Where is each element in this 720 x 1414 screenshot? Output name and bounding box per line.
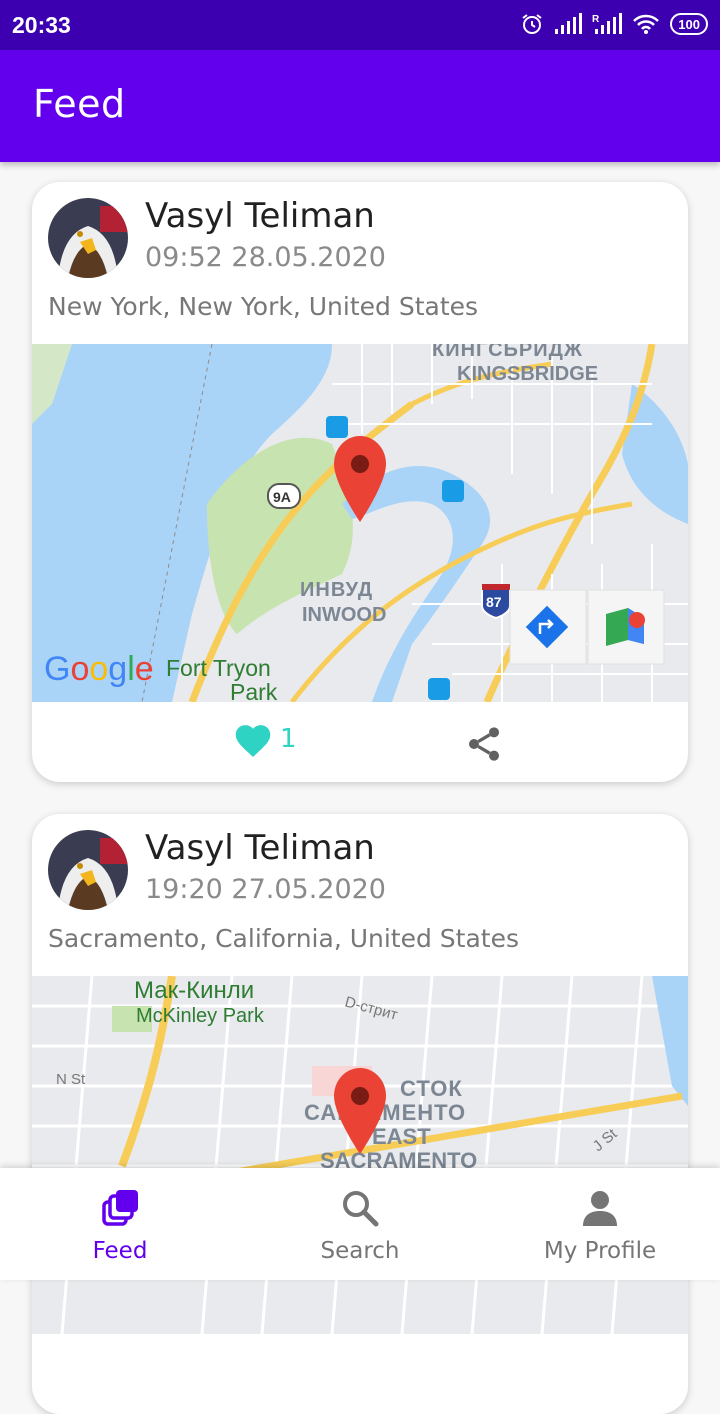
map-label: Fort Tryon [166, 655, 271, 681]
map-view[interactable]: КИНГСЬРИДЖ KINGSBRIDGE ИНВУД INWOOD Fort… [32, 344, 688, 702]
avatar[interactable] [48, 198, 128, 278]
person-icon [583, 1191, 617, 1226]
feed-icon [102, 1190, 138, 1226]
share-icon [469, 727, 499, 761]
directions-button[interactable] [509, 589, 587, 665]
map-view[interactable]: Мак-Кинли McKinley Park D-стрит N St СТО… [32, 976, 688, 1334]
route-shield: 87 [486, 594, 502, 610]
nav-item-search[interactable]: Search [240, 1168, 480, 1280]
clock: 20:33 [12, 12, 71, 38]
post-card: Vasyl Teliman 09:52 28.05.2020 New York,… [32, 182, 688, 782]
user-name: Vasyl Teliman [145, 828, 375, 868]
map-label: САКРАМЕНТО [304, 1100, 466, 1125]
map-label: СТОК [400, 1076, 463, 1101]
like-button[interactable]: 1 [232, 720, 297, 758]
nav-label-feed: Feed [92, 1238, 148, 1264]
map-label: Мак-Кинли [134, 977, 254, 1004]
battery-icon: 100 [670, 13, 708, 35]
nav-item-my-profile[interactable]: My Profile [480, 1168, 720, 1280]
open-in-maps-button[interactable] [587, 589, 665, 665]
heart-icon [235, 725, 271, 757]
post-location: Sacramento, California, United States [48, 924, 519, 953]
map-label: N St [56, 1071, 86, 1088]
map-label: McKinley Park [136, 1005, 265, 1027]
map-label: Park [230, 679, 278, 702]
nav-item-feed[interactable]: Feed [0, 1168, 240, 1280]
map-label: KINGSBRIDGE [457, 363, 598, 385]
app-bar: Feed [0, 50, 720, 162]
map-label: EAST [372, 1124, 431, 1149]
map-label: КИНГСЬРИДЖ [432, 344, 583, 361]
like-count: 1 [280, 724, 297, 754]
post-actions: 1 [32, 702, 688, 782]
avatar[interactable] [48, 830, 128, 910]
svg-text:R: R [592, 14, 600, 25]
google-logo: Google [44, 650, 154, 688]
signal-icon [555, 13, 583, 34]
map-label: ИНВУД [300, 579, 373, 601]
share-button[interactable] [464, 722, 504, 770]
map-label: INWOOD [302, 604, 386, 626]
nav-label-search: Search [320, 1238, 400, 1264]
post-datetime: 19:20 27.05.2020 [145, 874, 386, 905]
user-name: Vasyl Teliman [145, 196, 375, 236]
route-shield: 9A [273, 489, 291, 505]
nav-label-my-profile: My Profile [543, 1238, 657, 1264]
alarm-icon [522, 14, 542, 34]
status-icons: R 100 [520, 12, 708, 36]
wifi-icon [633, 14, 660, 34]
post-card: Vasyl Teliman 19:20 27.05.2020 Sacrament… [32, 814, 688, 1414]
signal-roaming-icon: R [592, 13, 623, 34]
status-bar: 20:33 R 100 [0, 0, 720, 50]
battery-level: 100 [678, 16, 700, 32]
bottom-navigation: Feed Search My Profile [0, 1168, 720, 1280]
post-location: New York, New York, United States [48, 292, 479, 321]
post-datetime: 09:52 28.05.2020 [145, 242, 386, 273]
page-title: Feed [33, 82, 126, 126]
search-icon [343, 1191, 379, 1227]
